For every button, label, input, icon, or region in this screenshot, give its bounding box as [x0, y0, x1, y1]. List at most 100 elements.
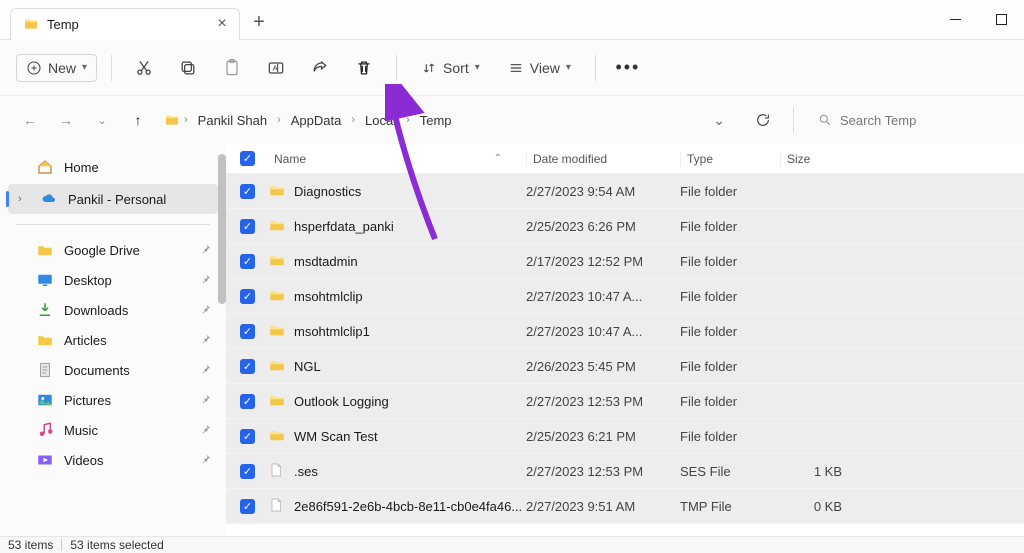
sidebar-item-label: Documents: [64, 363, 130, 378]
folder-icon: [268, 426, 288, 447]
chevron-right-icon[interactable]: ›: [18, 193, 30, 205]
sidebar-item[interactable]: Videos: [0, 445, 226, 475]
row-name: hsperfdata_panki: [294, 219, 526, 234]
row-name: Diagnostics: [294, 184, 526, 199]
chevron-down-icon: ▾: [566, 62, 571, 73]
table-row[interactable]: ✓ 2e86f591-2e6b-4bcb-8e11-cb0e4fa46... 2…: [226, 489, 1024, 524]
row-checkbox[interactable]: ✓: [240, 464, 255, 479]
breadcrumb[interactable]: Temp: [414, 110, 458, 131]
search-placeholder: Search Temp: [840, 113, 916, 128]
sidebar-item[interactable]: Music: [0, 415, 226, 445]
sidebar-item-home[interactable]: Home: [0, 152, 226, 182]
folder-icon: [268, 356, 288, 377]
table-row[interactable]: ✓ msohtmlclip 2/27/2023 10:47 A... File …: [226, 279, 1024, 314]
item-icon: [36, 301, 54, 319]
row-type: File folder: [680, 324, 780, 339]
back-button[interactable]: ←: [16, 106, 44, 134]
row-type: File folder: [680, 289, 780, 304]
chevron-down-icon: ▾: [82, 62, 87, 73]
sidebar-item[interactable]: Desktop: [0, 265, 226, 295]
table-row[interactable]: ✓ Outlook Logging 2/27/2023 12:53 PM Fil…: [226, 384, 1024, 419]
row-checkbox[interactable]: ✓: [240, 394, 255, 409]
folder-icon: [23, 16, 39, 32]
new-button[interactable]: New ▾: [16, 54, 97, 82]
row-type: File folder: [680, 184, 780, 199]
sidebar-item-label: Pictures: [64, 393, 111, 408]
cut-button[interactable]: [126, 50, 162, 86]
paste-button[interactable]: [214, 50, 250, 86]
sidebar-item[interactable]: Documents: [0, 355, 226, 385]
row-checkbox[interactable]: ✓: [240, 359, 255, 374]
copy-icon: [178, 58, 198, 78]
select-all-checkbox[interactable]: ✓: [240, 151, 255, 166]
copy-button[interactable]: [170, 50, 206, 86]
share-button[interactable]: [302, 50, 338, 86]
sidebar-item[interactable]: Articles: [0, 325, 226, 355]
new-tab-button[interactable]: +: [240, 7, 278, 39]
more-button[interactable]: •••: [610, 50, 646, 86]
sidebar-item[interactable]: Downloads: [0, 295, 226, 325]
row-checkbox[interactable]: ✓: [240, 219, 255, 234]
item-icon: [36, 241, 54, 259]
pin-icon: [200, 333, 212, 348]
column-header-size[interactable]: Size: [780, 152, 856, 166]
chevron-down-icon[interactable]: ⌄: [713, 112, 725, 129]
row-checkbox[interactable]: ✓: [240, 499, 255, 514]
folder-icon: [268, 391, 288, 412]
table-row[interactable]: ✓ WM Scan Test 2/25/2023 6:21 PM File fo…: [226, 419, 1024, 454]
row-checkbox[interactable]: ✓: [240, 429, 255, 444]
minimize-button[interactable]: [932, 5, 978, 35]
table-row[interactable]: ✓ msdtadmin 2/17/2023 12:52 PM File fold…: [226, 244, 1024, 279]
sort-button[interactable]: Sort ▾: [411, 54, 490, 82]
recent-button[interactable]: ⌄: [88, 106, 116, 134]
folder-icon: [268, 286, 288, 307]
breadcrumb[interactable]: AppData: [285, 110, 348, 131]
table-row[interactable]: ✓ Diagnostics 2/27/2023 9:54 AM File fol…: [226, 174, 1024, 209]
row-checkbox[interactable]: ✓: [240, 184, 255, 199]
sidebar-item[interactable]: Pictures: [0, 385, 226, 415]
table-row[interactable]: ✓ hsperfdata_panki 2/25/2023 6:26 PM Fil…: [226, 209, 1024, 244]
file-icon: [268, 496, 288, 517]
row-checkbox[interactable]: ✓: [240, 254, 255, 269]
row-type: File folder: [680, 429, 780, 444]
row-date: 2/25/2023 6:26 PM: [526, 219, 680, 234]
folder-icon: [268, 321, 288, 342]
item-icon: [36, 271, 54, 289]
sidebar-item[interactable]: Google Drive: [0, 235, 226, 265]
breadcrumb[interactable]: Local: [359, 110, 402, 131]
table-row[interactable]: ✓ msohtmlclip1 2/27/2023 10:47 A... File…: [226, 314, 1024, 349]
breadcrumb[interactable]: Pankil Shah: [192, 110, 273, 131]
search-input[interactable]: Search Temp: [808, 107, 1008, 134]
maximize-button[interactable]: [978, 5, 1024, 35]
column-header-type[interactable]: Type: [680, 152, 780, 166]
window-tab[interactable]: Temp ×: [10, 8, 240, 40]
cut-icon: [134, 58, 154, 78]
plus-circle-icon: [26, 60, 42, 76]
rename-button[interactable]: A: [258, 50, 294, 86]
table-row[interactable]: ✓ NGL 2/26/2023 5:45 PM File folder: [226, 349, 1024, 384]
row-date: 2/27/2023 9:51 AM: [526, 499, 680, 514]
forward-button[interactable]: →: [52, 106, 80, 134]
sidebar-item-onedrive[interactable]: › Pankil - Personal: [8, 184, 218, 214]
address-bar[interactable]: › Pankil Shah › AppData › Local › Temp ⌄: [160, 106, 739, 135]
sidebar-scrollbar[interactable]: [218, 154, 226, 304]
up-button[interactable]: ↑: [124, 106, 152, 134]
row-checkbox[interactable]: ✓: [240, 289, 255, 304]
share-icon: [310, 58, 330, 78]
view-button[interactable]: View ▾: [498, 54, 581, 82]
refresh-icon: [755, 112, 771, 128]
column-header-date[interactable]: Date modified: [526, 152, 680, 166]
sidebar-item-label: Pankil - Personal: [68, 192, 166, 207]
delete-button[interactable]: [346, 50, 382, 86]
item-icon: [36, 361, 54, 379]
sidebar-item-label: Music: [64, 423, 98, 438]
view-icon: [508, 60, 524, 76]
column-header-name[interactable]: Name⌃: [268, 152, 526, 166]
table-row[interactable]: ✓ .ses 2/27/2023 12:53 PM SES File 1 KB: [226, 454, 1024, 489]
trash-icon: [354, 58, 374, 78]
row-checkbox[interactable]: ✓: [240, 324, 255, 339]
row-size: 1 KB: [780, 464, 842, 479]
row-date: 2/26/2023 5:45 PM: [526, 359, 680, 374]
close-icon[interactable]: ×: [213, 15, 231, 33]
refresh-button[interactable]: [747, 104, 779, 136]
